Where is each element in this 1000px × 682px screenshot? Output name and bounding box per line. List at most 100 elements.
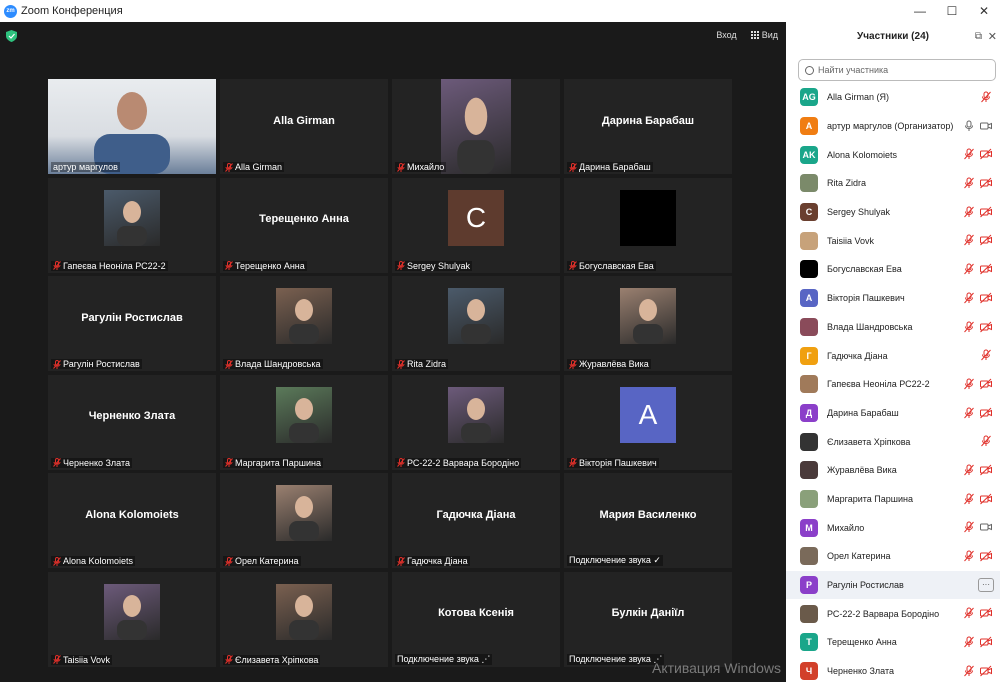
tile-name-text: Терещенко Анна [235,260,305,271]
participant-tile[interactable]: Маргарита Паршина [220,374,388,470]
mic-icon[interactable] [963,120,975,132]
video-off-icon[interactable] [980,407,992,419]
participant-name: Влада Шандровська [827,321,913,332]
participant-tile[interactable]: Єлизавета Хріпкова [220,571,388,667]
participant-tile[interactable]: Котова Ксенія Подключение звука ⋰ [392,571,560,667]
mic-off-icon[interactable] [980,91,992,103]
participant-tile[interactable]: Мария Василенко Подключение звука ✓ [564,473,732,568]
mic-off-icon[interactable] [963,550,975,562]
mic-off-icon[interactable] [963,292,975,304]
mic-off-icon[interactable] [963,521,975,533]
participant-tile[interactable]: Михайло [392,79,560,174]
participant-tile[interactable]: Rita Zidra [392,276,560,371]
mic-off-icon[interactable] [963,407,975,419]
participant-tile[interactable]: Орел Катерина [220,473,388,568]
participant-tile[interactable]: Влада Шандровська [220,276,388,371]
mic-off-icon[interactable] [980,349,992,361]
popout-icon[interactable]: ⧉ [975,31,982,42]
view-button[interactable]: Вид [750,30,778,40]
participant-row[interactable]: Журавлёва Вика [786,456,1000,485]
video-off-icon[interactable] [980,378,992,390]
participant-row[interactable]: Ч Черненко Злата [786,657,1000,682]
close-window-button[interactable]: ✕ [968,0,1000,22]
video-off-icon[interactable] [980,263,992,275]
video-off-icon[interactable] [980,464,992,476]
participant-tile[interactable]: Taisiia Vovk [48,571,216,667]
participant-tile[interactable]: Гадючка Діана Гадючка Діана [392,473,560,568]
participant-tile[interactable]: Терещенко Анна Терещенко Анна [220,177,388,273]
participant-row[interactable]: Р Рагулін Ростислав ··· [786,570,1000,600]
mic-off-icon[interactable] [963,263,975,275]
participant-tile[interactable]: Булкін Даніїл Подключение звука ⋰ [564,571,732,667]
mic-off-icon[interactable] [963,493,975,505]
participant-tile[interactable]: Alona Kolomoiets Alona Kolomoiets [48,473,216,568]
participant-row[interactable]: AK Alona Kolomoiets [786,140,1000,169]
avatar-image [620,288,676,344]
maximize-button[interactable]: ☐ [936,0,968,22]
participant-tile[interactable]: артур маргулов [48,79,216,174]
video-off-icon[interactable] [980,234,992,246]
search-input[interactable]: Найти участника [798,59,996,81]
video-off-icon[interactable] [980,493,992,505]
participant-tile[interactable]: Журавлёва Вика [564,276,732,371]
mic-off-icon [53,655,61,664]
participant-row[interactable]: А Вікторія Пашкевич [786,284,1000,313]
mic-off-icon[interactable] [963,148,975,160]
video-icon[interactable] [980,120,992,132]
mic-off-icon[interactable] [963,234,975,246]
participant-row[interactable]: Орел Катерина [786,542,1000,571]
participant-row[interactable]: Богуславская Ева [786,255,1000,284]
mic-off-icon[interactable] [963,636,975,648]
mic-off-icon [225,261,233,270]
participant-tile[interactable]: Гапеєва Неоніла РС22-2 [48,177,216,273]
minimize-button[interactable]: — [904,0,936,22]
participant-row[interactable]: AG Alla Girman (Я) [786,83,1000,112]
more-options-button[interactable]: ··· [978,577,994,592]
participant-tile[interactable]: Рагулін Ростислав Рагулін Ростислав [48,276,216,371]
participant-row[interactable]: Д Дарина Барабаш [786,399,1000,428]
video-off-icon[interactable] [980,206,992,218]
participant-row[interactable]: Rita Zidra [786,169,1000,198]
participant-row[interactable]: Влада Шандровська [786,313,1000,342]
video-off-icon[interactable] [980,177,992,189]
video-off-icon[interactable] [980,292,992,304]
person-photo-icon [457,97,495,174]
participant-tile[interactable]: C Sergey Shulyak [392,177,560,273]
mic-off-icon[interactable] [963,206,975,218]
participant-row[interactable]: C Sergey Shulyak [786,198,1000,227]
participant-tile[interactable]: Дарина Барабаш Дарина Барабаш [564,79,732,174]
mic-off-icon[interactable] [963,321,975,333]
shield-icon[interactable] [6,30,17,42]
participant-tile[interactable]: A Вікторія Пашкевич [564,374,732,470]
person-photo-icon [117,200,147,246]
tile-name-text: Орел Катерина [235,556,299,566]
participant-tile[interactable]: Черненко Злата Черненко Злата [48,374,216,470]
participant-row[interactable]: Маргарита Паршина [786,485,1000,514]
video-off-icon[interactable] [980,550,992,562]
video-off-icon[interactable] [980,665,992,677]
participant-tile[interactable]: Богуславская Ева [564,177,732,273]
participant-row[interactable]: М Михайло [786,513,1000,542]
participant-tile[interactable]: РС-22-2 Варвара Бородіно [392,374,560,470]
video-icon[interactable] [980,521,992,533]
mic-off-icon[interactable] [963,378,975,390]
participant-row[interactable]: Гапеєва Неоніла РС22-2 [786,370,1000,399]
participant-row[interactable]: Т Терещенко Анна [786,628,1000,657]
video-off-icon[interactable] [980,607,992,619]
participant-row[interactable]: РС-22-2 Варвара Бородіно [786,599,1000,628]
participant-row[interactable]: Г Гадючка Діана [786,341,1000,370]
participant-row[interactable]: Єлизавета Хріпкова [786,427,1000,456]
participant-row[interactable]: Аартур маргулов (Организатор) [786,112,1000,141]
participant-row[interactable]: Taisiia Vovk [786,226,1000,255]
mic-off-icon[interactable] [963,607,975,619]
video-off-icon[interactable] [980,321,992,333]
mic-off-icon[interactable] [963,665,975,677]
mic-off-icon[interactable] [963,177,975,189]
video-off-icon[interactable] [980,148,992,160]
video-off-icon[interactable] [980,636,992,648]
signin-button[interactable]: Вход [716,30,736,40]
participant-tile[interactable]: Alla Girman Alla Girman [220,79,388,174]
close-panel-icon[interactable]: ✕ [988,30,997,43]
mic-off-icon[interactable] [963,464,975,476]
mic-off-icon[interactable] [980,435,992,447]
